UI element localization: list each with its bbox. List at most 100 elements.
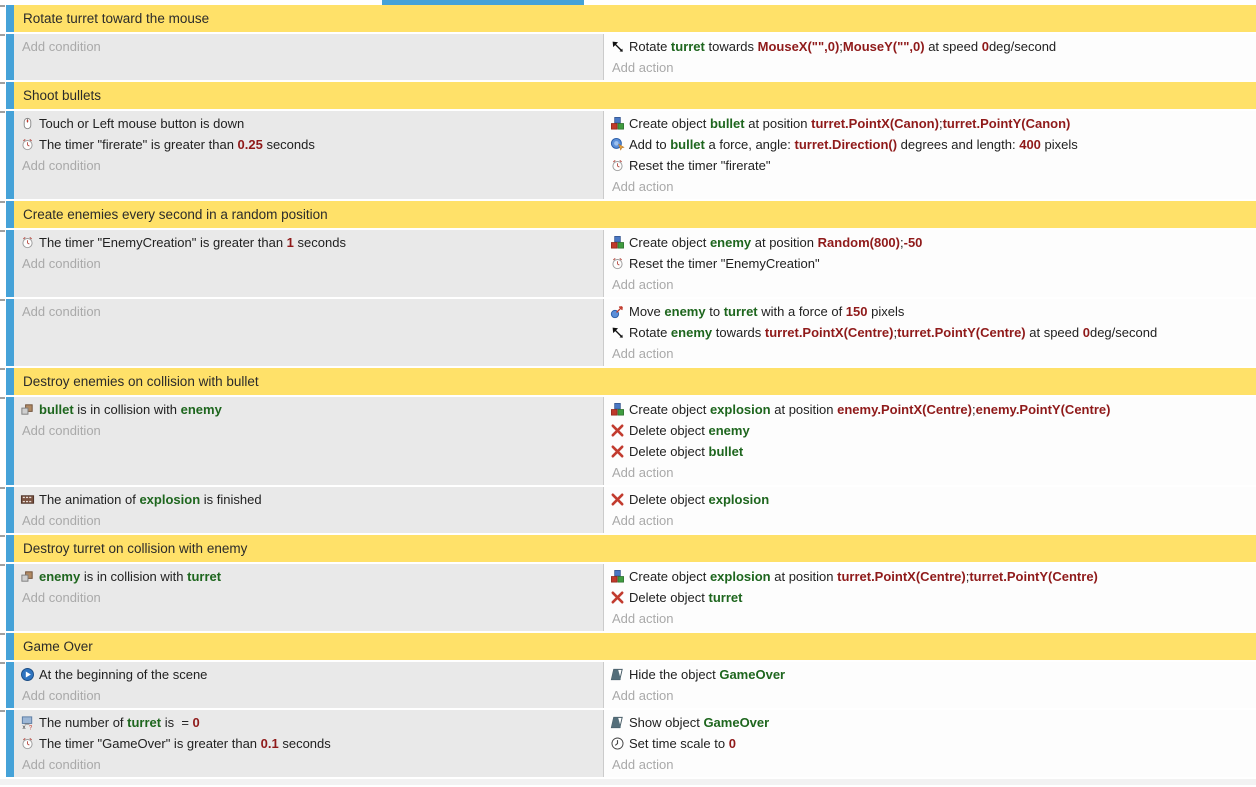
action-row[interactable]: Move enemy to turret with a force of 150… (604, 301, 1256, 322)
comment-create-enemies: Create enemies every second in a random … (0, 201, 1256, 228)
add-condition-button[interactable]: Add condition (14, 420, 603, 441)
comment-header[interactable]: Shoot bullets (14, 82, 1256, 109)
event-selection-bar (6, 5, 14, 32)
condition-row[interactable]: At the beginning of the scene (14, 664, 603, 685)
parameter-value: turret.PointX(Canon) (811, 116, 939, 131)
conditions-column: Add condition (14, 34, 604, 80)
event-marker (0, 487, 5, 489)
condition-row[interactable]: Touch or Left mouse button is down (14, 113, 603, 134)
event-marker (0, 82, 5, 84)
instruction-text: Hide the object (629, 667, 719, 682)
instruction-text: The animation of (39, 492, 139, 507)
actions-column: Show object GameOverSet time scale to 0A… (604, 710, 1256, 777)
object-name: bullet (670, 137, 705, 152)
add-action-button[interactable]: Add action (604, 274, 1256, 295)
action-row[interactable]: Delete object explosion (604, 489, 1256, 510)
add-condition-button[interactable]: Add condition (14, 587, 603, 608)
parameter-value: 1 (287, 235, 294, 250)
add-condition-button[interactable]: Add condition (14, 36, 603, 57)
condition-row[interactable]: The animation of explosion is finished (14, 489, 603, 510)
event-gutter (0, 710, 6, 777)
force-icon (610, 137, 625, 152)
event-create-enemies: The timer "EnemyCreation" is greater tha… (0, 230, 1256, 297)
object-name: enemy (709, 423, 750, 438)
event-gutter (0, 5, 6, 32)
action-row[interactable]: Hide the object GameOver (604, 664, 1256, 685)
add-action-button[interactable]: Add action (604, 510, 1256, 531)
event-selection-bar (6, 111, 14, 199)
add-action-button[interactable]: Add action (604, 462, 1256, 483)
add-condition-button[interactable]: Add condition (14, 685, 603, 706)
event-marker (0, 111, 5, 113)
object-name: explosion (710, 569, 771, 584)
event-gutter (0, 633, 6, 660)
condition-row[interactable]: x?The number of turret is = 0 (14, 712, 603, 733)
event-selection-bar (6, 368, 14, 395)
add-condition-button[interactable]: Add condition (14, 510, 603, 531)
action-row[interactable]: Set time scale to 0 (604, 733, 1256, 754)
condition-row[interactable]: The timer "GameOver" is greater than 0.1… (14, 733, 603, 754)
event-body: Add conditionRotate turret towards Mouse… (14, 34, 1256, 80)
add-action-button[interactable]: Add action (604, 754, 1256, 775)
action-row[interactable]: Create object explosion at position enem… (604, 399, 1256, 420)
object-name: GameOver (703, 715, 769, 730)
parameter-value: turret.PointX(Centre) (837, 569, 966, 584)
add-condition-button[interactable]: Add condition (14, 301, 603, 322)
condition-row[interactable]: The timer "EnemyCreation" is greater tha… (14, 232, 603, 253)
event-selection-bar (6, 633, 14, 660)
add-action-button[interactable]: Add action (604, 343, 1256, 364)
action-row[interactable]: Show object GameOver (604, 712, 1256, 733)
action-row[interactable]: Delete object bullet (604, 441, 1256, 462)
condition-row[interactable]: enemy is in collision with turret (14, 566, 603, 587)
action-row[interactable]: Add to bullet a force, angle: turret.Dir… (604, 134, 1256, 155)
event-gutter (0, 111, 6, 199)
begin-icon (20, 667, 35, 682)
add-condition-button[interactable]: Add condition (14, 155, 603, 176)
action-row[interactable]: Rotate enemy towards turret.PointX(Centr… (604, 322, 1256, 343)
event-marker (0, 230, 5, 232)
instruction-text: is in collision with (74, 402, 181, 417)
condition-row[interactable]: bullet is in collision with enemy (14, 399, 603, 420)
condition-row[interactable]: The timer "firerate" is greater than 0.2… (14, 134, 603, 155)
action-row[interactable]: Rotate turret towards MouseX("",0);Mouse… (604, 36, 1256, 57)
action-row[interactable]: Create object bullet at position turret.… (604, 113, 1256, 134)
object-name: enemy (181, 402, 222, 417)
add-action-button[interactable]: Add action (604, 57, 1256, 78)
conditions-column: Touch or Left mouse button is downThe ti… (14, 111, 604, 199)
add-condition-button[interactable]: Add condition (14, 253, 603, 274)
instruction-text: Delete object (629, 590, 709, 605)
instruction-text: Delete object (629, 423, 709, 438)
mouse-icon (20, 116, 35, 131)
add-condition-button[interactable]: Add condition (14, 754, 603, 775)
event-selection-bar (6, 710, 14, 777)
add-action-button[interactable]: Add action (604, 685, 1256, 706)
instruction-text: pixels (868, 304, 905, 319)
parameter-value: 0 (729, 736, 736, 751)
comment-header[interactable]: Create enemies every second in a random … (14, 201, 1256, 228)
object-name: bullet (39, 402, 74, 417)
event-move-enemies: Add conditionMove enemy to turret with a… (0, 299, 1256, 366)
comment-header[interactable]: Destroy turret on collision with enemy (14, 535, 1256, 562)
action-row[interactable]: Reset the timer "EnemyCreation" (604, 253, 1256, 274)
comment-header[interactable]: Rotate turret toward the mouse (14, 5, 1256, 32)
action-row[interactable]: Reset the timer "firerate" (604, 155, 1256, 176)
parameter-value: enemy.PointY(Centre) (976, 402, 1111, 417)
event-selection-bar (6, 34, 14, 80)
action-row[interactable]: Delete object turret (604, 587, 1256, 608)
event-selection-bar (6, 564, 14, 631)
action-row[interactable]: Create object explosion at position turr… (604, 566, 1256, 587)
action-row[interactable]: Delete object enemy (604, 420, 1256, 441)
comment-game-over: Game Over (0, 633, 1256, 660)
instruction-text: at position (771, 402, 838, 417)
add-action-button[interactable]: Add action (604, 608, 1256, 629)
comment-header[interactable]: Game Over (14, 633, 1256, 660)
bottom-strip (0, 779, 1256, 785)
create-icon (610, 235, 625, 250)
svg-text:?: ? (29, 725, 33, 730)
action-row[interactable]: Create object enemy at position Random(8… (604, 232, 1256, 253)
add-action-button[interactable]: Add action (604, 176, 1256, 197)
actions-column: Create object enemy at position Random(8… (604, 230, 1256, 297)
comment-header[interactable]: Destroy enemies on collision with bullet (14, 368, 1256, 395)
instruction-text: Delete object (629, 444, 709, 459)
horizontal-scrollbar-thumb[interactable] (382, 0, 584, 5)
